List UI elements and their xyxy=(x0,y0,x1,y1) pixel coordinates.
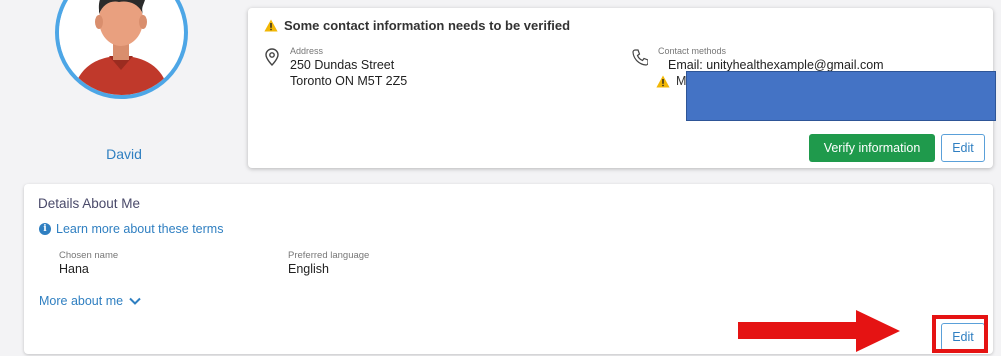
warning-icon xyxy=(656,75,670,87)
contact-info-card: Some contact information needs to be ver… xyxy=(248,8,996,168)
verification-warning: Some contact information needs to be ver… xyxy=(264,18,570,33)
warning-icon xyxy=(264,19,278,32)
chevron-down-icon xyxy=(129,297,141,305)
profile-area: David xyxy=(8,0,240,172)
learn-more-link[interactable]: i Learn more about these terms xyxy=(39,222,223,236)
verify-information-button[interactable]: Verify information xyxy=(809,134,935,162)
edit-contact-button[interactable]: Edit xyxy=(941,134,985,162)
address-label: Address xyxy=(290,46,324,56)
preferred-language-label: Preferred language xyxy=(288,250,370,261)
warning-text: Some contact information needs to be ver… xyxy=(284,18,571,33)
more-about-me-text: More about me xyxy=(39,294,124,308)
chosen-name-label: Chosen name xyxy=(59,250,119,261)
unverified-contact-text: M xyxy=(676,74,687,88)
avatar xyxy=(55,0,188,99)
details-title: Details About Me xyxy=(38,196,141,211)
address-section: Address 250 Dundas Street Toronto ON M5T… xyxy=(264,46,407,89)
person-avatar-icon xyxy=(59,0,183,95)
redaction-box xyxy=(686,71,996,121)
preferred-language-value: English xyxy=(288,262,329,276)
more-about-me-toggle[interactable]: More about me xyxy=(39,294,141,308)
annotation-highlight-box xyxy=(932,315,988,353)
page: David Some contact information needs to … xyxy=(0,0,1001,356)
chosen-name-value: Hana xyxy=(59,262,89,276)
chosen-name-field: Chosen name Hana xyxy=(59,250,118,277)
contact-methods-label: Contact methods xyxy=(658,46,727,56)
learn-more-text: Learn more about these terms xyxy=(56,222,224,236)
info-icon: i xyxy=(39,223,51,235)
address-line-1: 250 Dundas Street xyxy=(290,58,395,72)
location-pin-icon xyxy=(265,48,279,66)
profile-name[interactable]: David xyxy=(8,146,240,162)
annotation-arrow-icon xyxy=(738,310,900,352)
preferred-language-field: Preferred language English xyxy=(288,250,369,277)
address-line-2: Toronto ON M5T 2Z5 xyxy=(290,74,408,88)
phone-icon xyxy=(632,49,648,66)
